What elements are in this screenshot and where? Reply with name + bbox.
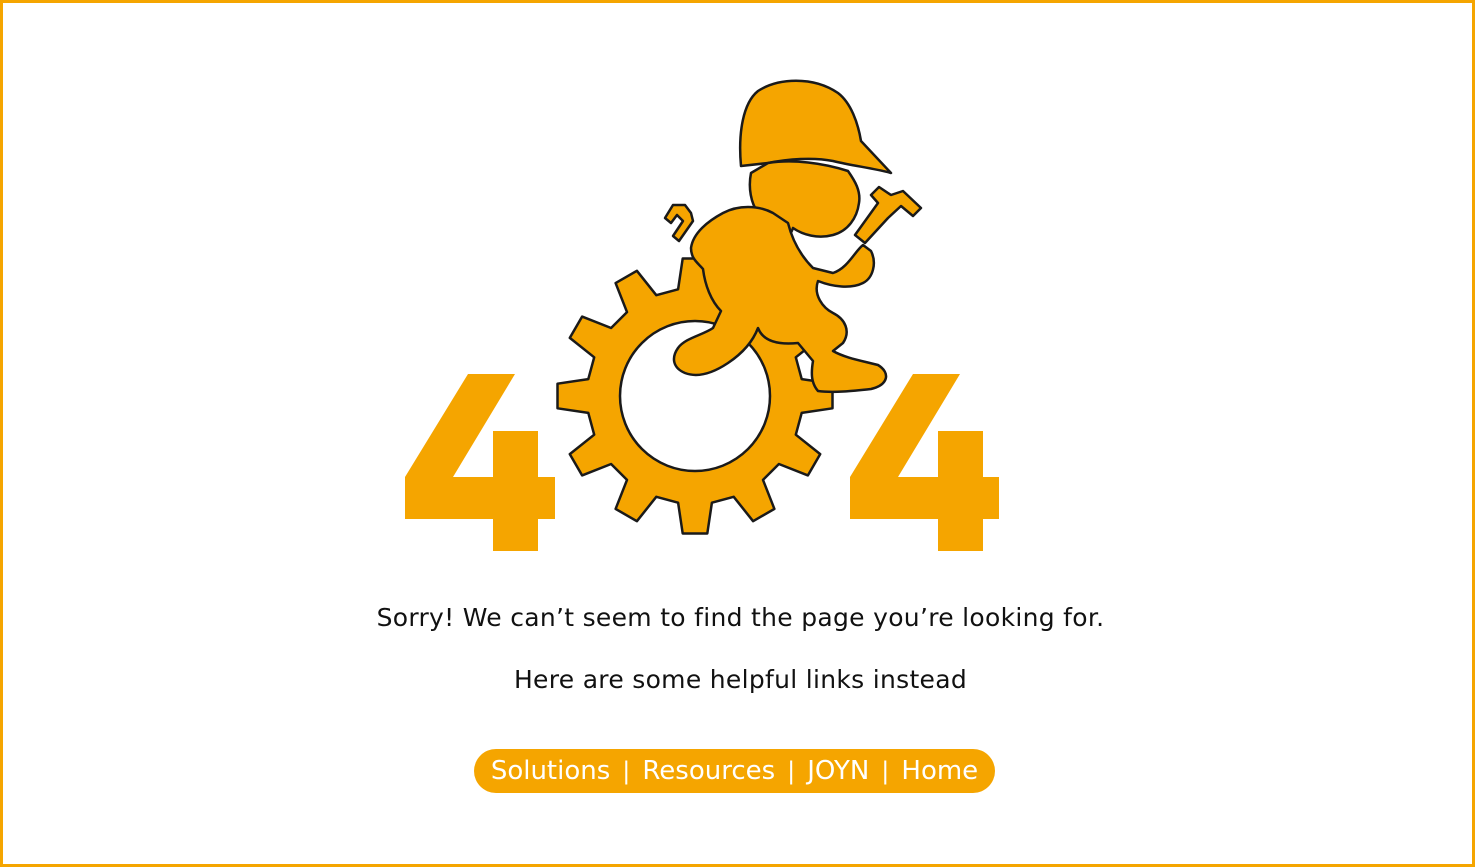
- 404-illustration: [393, 73, 1013, 563]
- link-separator: |: [622, 757, 631, 785]
- link-solutions[interactable]: Solutions: [491, 756, 610, 786]
- link-home[interactable]: Home: [901, 756, 978, 786]
- link-resources[interactable]: Resources: [642, 756, 775, 786]
- helpful-links-heading: Here are some helpful links instead: [513, 665, 968, 694]
- link-separator: |: [787, 757, 796, 785]
- page-frame: Sorry! We can’t seem to find the page yo…: [0, 0, 1475, 867]
- helpful-links-bar: Solutions | Resources | JOYN | Home: [474, 749, 995, 793]
- link-separator: |: [881, 757, 890, 785]
- link-joyn[interactable]: JOYN: [807, 756, 869, 786]
- sorry-message: Sorry! We can’t seem to find the page yo…: [376, 603, 1105, 632]
- digit-four-right: [850, 374, 999, 551]
- digit-four-left: [405, 374, 555, 551]
- construction-worker-gear-icon: [405, 79, 999, 551]
